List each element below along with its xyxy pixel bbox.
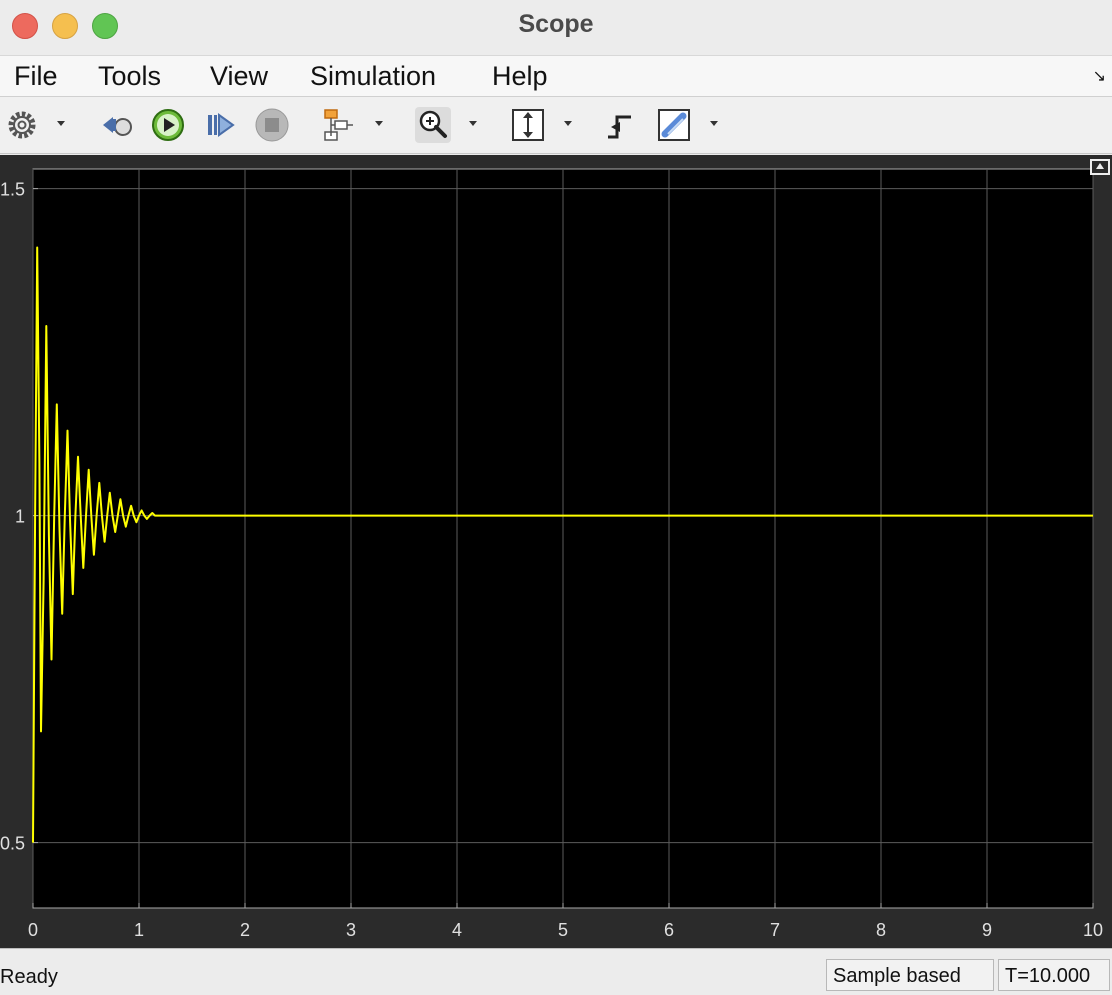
x-tick-label: 3 (346, 920, 356, 940)
y-tick-label: 1.5 (0, 180, 25, 200)
stop-icon[interactable] (254, 107, 290, 143)
gear-icon[interactable] (4, 107, 40, 143)
layout-dropdown-arrow-icon[interactable] (375, 121, 383, 126)
x-tick-label: 5 (558, 920, 568, 940)
x-tick-label: 4 (452, 920, 462, 940)
toolbar (0, 97, 1112, 154)
zoom-in-icon[interactable] (415, 107, 451, 143)
x-tick-label: 2 (240, 920, 250, 940)
x-tick-label: 6 (664, 920, 674, 940)
x-tick-label: 0 (28, 920, 38, 940)
menu-view[interactable]: View (210, 61, 268, 92)
scope-chart: 0 1 2 3 4 5 6 7 8 9 10 0.5 1 1.5 (0, 168, 1103, 940)
menu-file[interactable]: File (14, 61, 58, 92)
undock-icon[interactable] (1090, 159, 1110, 175)
y-tick-label: 1 (15, 507, 25, 527)
simulation-time-label: T=10.000 (998, 959, 1110, 991)
sample-mode-label: Sample based (826, 959, 994, 991)
x-tick-label: 1 (134, 920, 144, 940)
signal-layout-icon[interactable] (321, 107, 357, 143)
window-title: Scope (518, 10, 594, 38)
autoscale-icon[interactable] (510, 107, 546, 143)
y-tick-label: 0.5 (0, 834, 25, 854)
zoom-dropdown-arrow-icon[interactable] (469, 121, 477, 126)
menu-bar: File Tools View Simulation Help ↘ (0, 55, 1112, 97)
menu-help[interactable]: Help (492, 61, 548, 92)
step-forward-icon[interactable] (202, 107, 238, 143)
x-tick-label: 7 (770, 920, 780, 940)
menu-simulation[interactable]: Simulation (310, 61, 436, 92)
step-back-icon[interactable] (99, 107, 135, 143)
title-bar: Scope (0, 0, 1112, 54)
highlight-icon[interactable] (656, 107, 692, 143)
trigger-icon[interactable] (603, 107, 639, 143)
x-tick-label: 10 (1083, 920, 1103, 940)
run-icon[interactable] (150, 107, 186, 143)
status-text: Ready (0, 966, 58, 988)
x-tick-label: 9 (982, 920, 992, 940)
status-bar: Ready Sample based T=10.000 (0, 948, 1112, 995)
plot-area[interactable]: 0 1 2 3 4 5 6 7 8 9 10 0.5 1 1.5 (0, 155, 1112, 948)
menu-tools[interactable]: Tools (98, 61, 161, 92)
settings-dropdown-arrow-icon[interactable] (57, 121, 65, 126)
x-tick-label: 8 (876, 920, 886, 940)
highlight-dropdown-arrow-icon[interactable] (710, 121, 718, 126)
autoscale-dropdown-arrow-icon[interactable] (564, 121, 572, 126)
dock-arrow-icon[interactable]: ↘ (1093, 66, 1106, 86)
